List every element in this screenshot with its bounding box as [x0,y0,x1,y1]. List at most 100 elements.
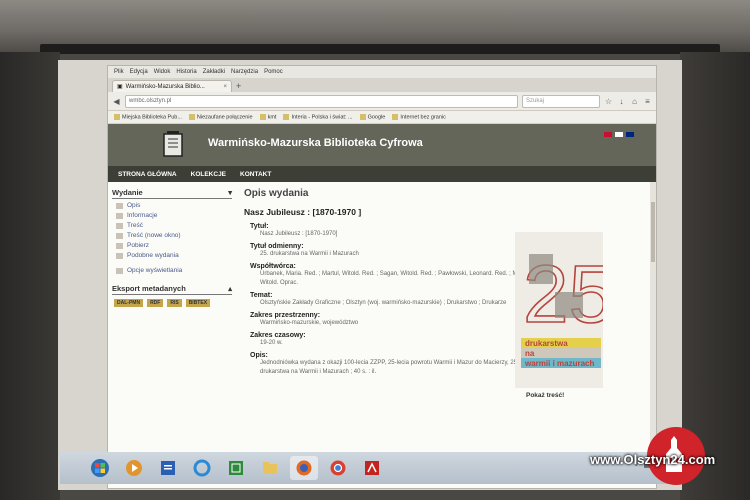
firefox-icon[interactable] [290,456,318,480]
sidebar-item-content[interactable]: Treść [116,222,232,229]
menu-history[interactable]: Historia [176,69,196,75]
field-subject: Temat: Olsztyńskie Zakłady Graficzne ; Ol… [250,292,544,308]
field-value: 19-20 w. [260,340,283,346]
wall-left [0,52,60,500]
ie-icon[interactable] [188,456,216,480]
field-label: Tytuł: [250,223,269,230]
bookmark-label: Miejska Biblioteka Pub... [122,114,182,121]
document-icon [161,461,175,475]
export-heading: Eksport metadanych ▴ [112,284,232,295]
download-icon [116,242,123,249]
field-label: Zakres przestrzenny: [250,312,321,319]
start-button[interactable] [86,456,114,480]
browser-window: Plik Edycja Widok Historia Zakładki Narz… [108,66,656,488]
tab-bar: ▣ Warmińsko-Mazurska Biblio... × + [108,78,656,92]
export-formats: DAL-PMN RDF RIS BIBTEX [114,299,224,307]
back-icon[interactable]: ◀ [112,97,121,106]
projector-screen-rail [40,44,720,54]
sidebar-heading-label: Wydanie [112,188,143,197]
field-value: Olsztyńskie Zakłady Graficzne ; Olsztyn … [260,300,507,306]
excel-icon[interactable] [222,456,250,480]
star-icon[interactable]: ☆ [604,97,613,106]
export-rdf-button[interactable]: RDF [147,299,164,307]
chrome-icon[interactable] [324,456,352,480]
export-dal-pmn-button[interactable]: DAL-PMN [114,299,144,307]
cover-line: na [525,349,535,358]
sidebar-item-content-new-window[interactable]: Treść (nowe okno) [116,232,232,239]
bookmark-item[interactable]: Miejska Biblioteka Pub... [114,113,182,121]
bookmark-item[interactable]: kmt [259,113,277,121]
display-options-link[interactable]: Opcje wyświetlania [116,267,232,274]
collapse-icon[interactable]: ▾ [228,188,232,197]
bookmark-icon [188,113,195,120]
acrobat-icon[interactable] [358,456,386,480]
close-icon[interactable]: × [223,84,227,90]
home-icon[interactable]: ⌂ [630,97,639,106]
bookmark-label: kmt [267,114,277,121]
menu-tools[interactable]: Narzędzia [231,69,258,75]
menu-view[interactable]: Widok [154,69,171,75]
play-icon [126,460,142,476]
field-alt-title: Tytuł odmienny: 25. drukarstwa na Warmii … [250,243,544,259]
address-bar[interactable]: wmbc.olsztyn.pl [125,94,518,108]
bookmark-item[interactable]: Niezaufane połączenie [188,113,253,121]
bookmark-label: Interia - Polska i świat: ... [291,114,353,121]
book-logo-icon [163,131,183,157]
menu-help[interactable]: Pomoc [264,69,283,75]
scrollbar-thumb[interactable] [651,202,655,262]
show-content-link[interactable]: Pokaż treść! [526,392,564,399]
menu-icon[interactable]: ≡ [643,97,652,106]
page-icon [116,222,123,229]
bookmark-label: Niezaufane połączenie [196,114,253,121]
bookmark-item[interactable]: Interia - Polska i świat: ... [283,113,353,121]
export-ris-button[interactable]: RIS [167,299,182,307]
sidebar-item-label: Treść (nowe okno) [127,232,181,239]
flag-icon[interactable] [615,132,623,137]
cover-line: drukarstwa [525,339,568,348]
field-value: Urbanek, Maria. Red. ; Martul, Witold. R… [260,271,531,286]
flag-icon[interactable] [604,132,612,137]
explorer-icon[interactable] [256,456,284,480]
sidebar-item-similar[interactable]: Podobne wydania [116,252,232,259]
media-player-icon[interactable] [120,456,148,480]
bookmark-icon [359,113,366,120]
bookmark-icon [283,113,290,120]
favicon-icon: ▣ [117,84,123,90]
nav-collections[interactable]: KOLEKCJE [191,171,226,178]
field-temporal: Zakres czasowy: 19-20 w. [250,332,544,348]
collapse-icon[interactable]: ▴ [228,284,232,293]
download-icon[interactable]: ↓ [617,97,626,106]
nav-home[interactable]: STRONA GŁÓWNA [118,171,177,178]
menu-file[interactable]: Plik [114,69,124,75]
info-icon [116,212,123,219]
field-title: Tytuł: Nasz Jubileusz : [1870-1970] [250,223,544,239]
sidebar-heading: Wydanie ▾ [112,188,232,199]
flag-icon[interactable] [626,132,634,137]
cover-line: warmii i mazurach [524,359,594,368]
tab-active[interactable]: ▣ Warmińsko-Mazurska Biblio... × [112,80,232,92]
document-icon [116,202,123,209]
browser-icon [296,460,312,476]
pdf-icon [365,461,379,475]
bookmark-item[interactable]: Google [359,113,385,120]
sidebar-item-information[interactable]: Informacje [116,212,232,219]
sidebar-item-description[interactable]: Opis [116,202,232,209]
new-tab-icon[interactable]: + [236,80,241,92]
sidebar-item-label: Opis [127,202,141,209]
menu-edit[interactable]: Edycja [130,69,148,75]
field-value: Warmińsko-mazurskie, województwo [260,320,359,326]
address-url: wmbc.olsztyn.pl [129,98,172,104]
site-title: Warmińsko-Mazurska Biblioteka Cyfrowa [208,137,423,149]
search-input[interactable]: Szukaj [522,94,600,108]
bookmark-item[interactable]: Internet bez granic [392,113,446,120]
site-navigation: STRONA GŁÓWNA KOLEKCJE KONTAKT [108,166,656,182]
sidebar-item-download[interactable]: Pobierz [116,242,232,249]
similar-icon [116,252,123,259]
nav-contact[interactable]: KONTAKT [240,171,271,178]
export-bibtex-button[interactable]: BIBTEX [185,299,211,307]
cover-thumbnail[interactable]: 25 drukarstwa na warmii i mazurach [515,232,603,388]
menu-bar: Plik Edycja Widok Historia Zakładki Narz… [108,66,656,78]
menu-bookmarks[interactable]: Zakładki [203,69,225,75]
word-icon[interactable] [154,456,182,480]
page-title: Opis wydania [244,188,309,199]
